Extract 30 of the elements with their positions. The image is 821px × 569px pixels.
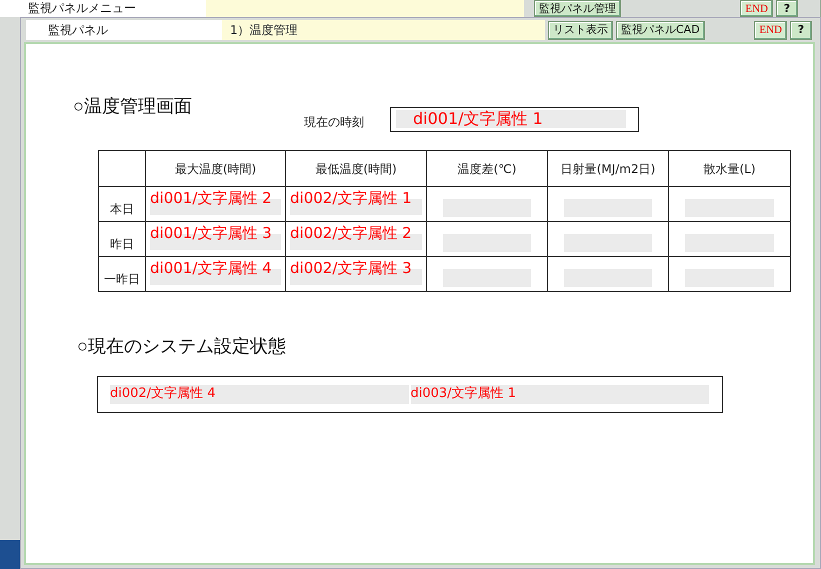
end-button[interactable]: END [740, 0, 773, 17]
clock-label: 現在の時刻 [304, 114, 364, 131]
table-cell: di002/文字属性 2 [290, 224, 422, 250]
window-title: 監視パネル [26, 20, 222, 40]
row-header: 一昨日 [98, 256, 146, 292]
column-header: 散水量(L) [668, 150, 790, 186]
table-cell: di001/文字属性 2 [150, 189, 281, 215]
subtitle-field: 1）温度管理 [222, 20, 545, 40]
nav-button[interactable]: リスト表示 [548, 20, 613, 40]
section-heading: ○現在のシステム設定状態 [77, 335, 286, 358]
row-header: 本日 [98, 186, 146, 222]
column-header: 温度差(℃) [426, 150, 548, 186]
nav-button[interactable]: 監視パネル管理 [534, 0, 621, 17]
column-header: 日射量(MJ/m2日) [548, 150, 668, 186]
help-button[interactable]: ? [776, 0, 798, 17]
status-field: di003/文字属性 1 [410, 385, 709, 404]
table-cell: di001/文字属性 4 [150, 259, 281, 285]
status-field: di002/文字属性 4 [110, 385, 408, 404]
end-button[interactable]: END [754, 20, 787, 40]
table-cell: di002/文字属性 1 [290, 189, 422, 215]
window-title: 監視パネルメニュー [0, 0, 206, 17]
row-header: 昨日 [98, 222, 146, 256]
table-cell: di001/文字属性 3 [150, 224, 281, 250]
nav-button[interactable]: 監視パネルCAD [616, 20, 705, 40]
column-header: 最大温度(時間) [146, 150, 286, 186]
column-header: 最低温度(時間) [286, 150, 426, 186]
table-cell: di002/文字属性 3 [290, 259, 422, 285]
clock-value: di001/文字属性 1 [396, 110, 626, 128]
help-button[interactable]: ? [790, 20, 812, 40]
section-heading: ○温度管理画面 [73, 95, 192, 118]
